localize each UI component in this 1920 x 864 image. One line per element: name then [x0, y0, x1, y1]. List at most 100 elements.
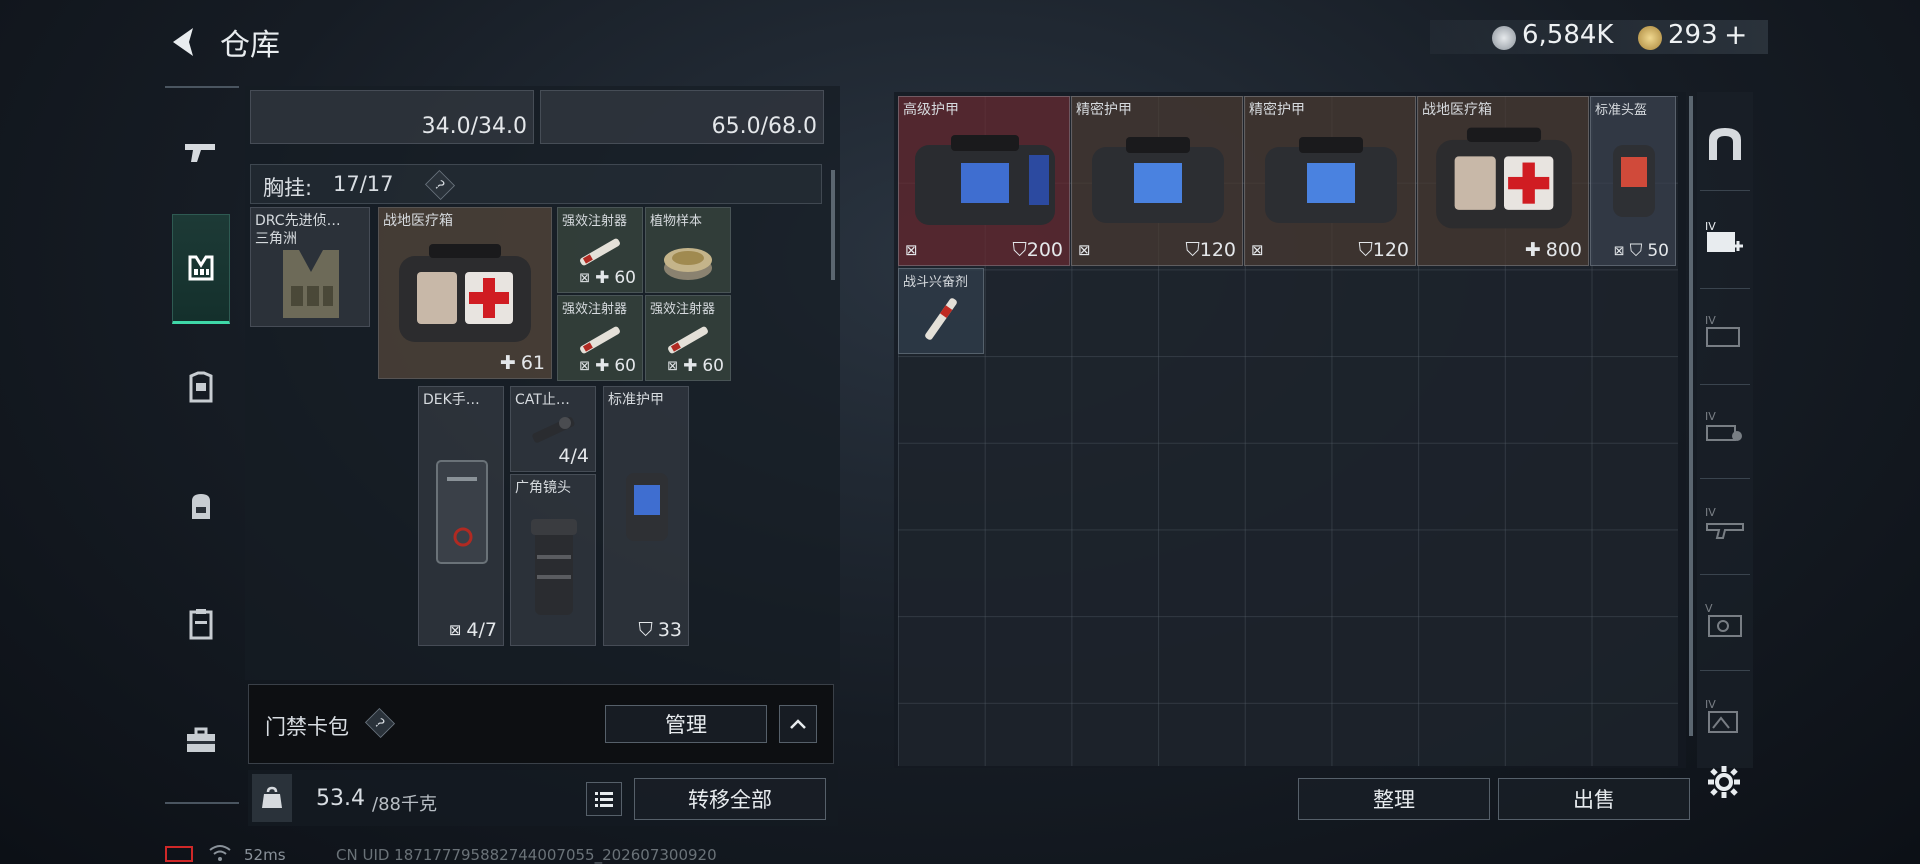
no-insure-icon: ⊠ [579, 358, 591, 374]
stash-item-medkit[interactable]: 战地医疗箱 ✚ 800 [1417, 96, 1589, 266]
svg-text:IV: IV [1705, 314, 1716, 327]
item-value: ⊠ ⛉200 [905, 239, 1063, 261]
manage-button[interactable]: 管理 [605, 705, 767, 743]
rig-item-drc[interactable]: DRC先进侦… 三角洲 [250, 207, 370, 327]
back-arrow-icon[interactable] [165, 22, 205, 62]
item-name: DRC先进侦… [255, 213, 341, 229]
no-insure-icon: ⊠ [1251, 241, 1264, 259]
rig-item-injector-1[interactable]: 强效注射器 ⊠ ✚ 60 [557, 207, 643, 293]
nav-separator [1700, 574, 1750, 575]
item-name: DEK手… [423, 392, 480, 408]
gear-durability-right: 65.0/68.0 [711, 114, 817, 139]
wifi-icon [209, 845, 231, 861]
shield-icon: ⛉ [1012, 239, 1027, 261]
heal-plus-icon: ✚ [499, 352, 516, 374]
nav-armor[interactable] [172, 358, 230, 418]
no-insure-icon: ⊠ [1078, 241, 1091, 259]
shield-icon: ⛉ [1358, 239, 1373, 261]
list-view-button[interactable] [586, 782, 622, 816]
no-insure-icon: ⊠ [905, 241, 918, 259]
no-insure-icon: ⊠ [667, 358, 679, 374]
misc-category-icon[interactable]: IV [1703, 694, 1747, 738]
heal-plus-icon: ✚ [683, 356, 698, 376]
stash-item-precision-armor-1[interactable]: 精密护甲 ⊠ ⛉120 [1071, 96, 1243, 266]
rig-item-plant-sample[interactable]: 植物样本 [645, 207, 731, 293]
shield-icon: ⛉ [1629, 241, 1643, 261]
nav-weapon[interactable] [172, 122, 230, 182]
sell-button[interactable]: 出售 [1498, 778, 1690, 820]
nav-separator [1700, 190, 1750, 191]
weapon-category-icon[interactable]: IV [1703, 502, 1747, 546]
settings-gear-icon[interactable] [1706, 764, 1742, 800]
rig-item-injector-2[interactable]: 强效注射器 ⊠ ✚ 60 [557, 295, 643, 381]
weight-max: /88千克 [372, 794, 437, 815]
armor-bag-icon [1265, 137, 1397, 223]
collapse-button[interactable] [779, 705, 817, 743]
keycard-help-button[interactable]: ? [364, 707, 396, 739]
stimulant-icon [925, 298, 957, 340]
item-value: ⊠ ⛉ 50 [1613, 241, 1669, 261]
item-name: 植物样本 [650, 214, 703, 229]
nav-separator [1700, 478, 1750, 479]
item-value: 4/4 [558, 445, 589, 467]
folder-category-icon[interactable]: IV [1703, 310, 1747, 354]
weight-value: 53.4 [316, 786, 365, 811]
item-name: 战地医疗箱 [1422, 102, 1492, 118]
stash-item-precision-armor-2[interactable]: 精密护甲 ⊠ ⛉120 [1244, 96, 1416, 266]
rig-item-standard-armor[interactable]: 标准护甲 ⛉ 33 [603, 386, 689, 646]
nav-toolbox[interactable] [172, 710, 230, 770]
heal-plus-icon: ✚ [595, 356, 610, 376]
stash-item-stimulant[interactable]: 战斗兴奋剂 [898, 268, 984, 354]
nav-separator [1700, 670, 1750, 671]
item-name: 战地医疗箱 [383, 213, 453, 229]
nav-vest[interactable] [172, 214, 230, 324]
armor-icon [189, 371, 213, 403]
rig-header: 胸挂: 17/17 ? [250, 164, 822, 204]
rig-item-injector-3[interactable]: 强效注射器 ⊠ ✚ 60 [645, 295, 731, 381]
arch-icon[interactable] [1703, 122, 1747, 166]
sample-jar-icon [664, 248, 712, 280]
currency-primary: 6,584K [1522, 20, 1614, 50]
stash-scrollbar[interactable] [1689, 96, 1693, 736]
gear-slot-left[interactable]: 34.0/34.0 [250, 90, 534, 144]
weight-lock[interactable] [252, 774, 292, 822]
nav-container[interactable] [172, 594, 230, 654]
nav-bottom-line [165, 802, 239, 804]
currency-secondary: 293 [1668, 20, 1718, 50]
rig-help-button[interactable]: ? [424, 169, 456, 201]
left-scrollbar[interactable] [831, 170, 835, 280]
rig-item-medkit[interactable]: 战地医疗箱 ✚ 61 [378, 207, 552, 379]
lens-icon [531, 519, 577, 615]
nav-separator [1700, 288, 1750, 289]
add-currency-button[interactable]: + [1724, 18, 1747, 51]
stash-item-advanced-armor[interactable]: 高级护甲 ⊠ ⛉200 [898, 96, 1070, 266]
gear-slot-right[interactable]: 65.0/68.0 [540, 90, 824, 144]
tourniquet-icon [532, 417, 575, 443]
rig-label: 胸挂: [263, 176, 313, 200]
vest-icon [188, 255, 214, 281]
battery-icon [165, 846, 193, 862]
list-icon [595, 792, 613, 807]
keycard-label: 门禁卡包 [265, 715, 349, 739]
nav-backpack[interactable] [172, 476, 230, 536]
heal-plus-icon: ✚ [595, 268, 610, 288]
rig-item-wide-lens[interactable]: 广角镜头 [510, 474, 596, 646]
key-category-icon[interactable]: IV [1703, 406, 1747, 450]
vest-icon [283, 250, 339, 318]
ping-text: 52ms [244, 846, 286, 864]
sort-button[interactable]: 整理 [1298, 778, 1490, 820]
rig-item-cat[interactable]: CAT止… 4/4 [510, 386, 596, 472]
transfer-all-button[interactable]: 转移全部 [634, 778, 826, 820]
item-name: 战斗兴奋剂 [903, 275, 969, 290]
item-name: 强效注射器 [562, 214, 628, 229]
svg-text:IV: IV [1705, 698, 1716, 711]
item-value: ⛉ 33 [638, 619, 682, 641]
rig-capacity: 17/17 [333, 172, 394, 196]
uid-text: CN UID 18717779588274400705​5_2026073009… [336, 846, 717, 864]
medical-category-icon[interactable]: IV [1703, 216, 1747, 260]
rig-item-dek[interactable]: DEK手… ⊠ 4/7 [418, 386, 504, 646]
equipment-category-icon[interactable]: V [1703, 598, 1747, 642]
injector-icon [580, 326, 620, 354]
item-value: ⊠ ✚ 60 [667, 356, 724, 376]
stash-item-standard-helmet[interactable]: 标准头盔 ⊠ ⛉ 50 [1590, 96, 1676, 266]
